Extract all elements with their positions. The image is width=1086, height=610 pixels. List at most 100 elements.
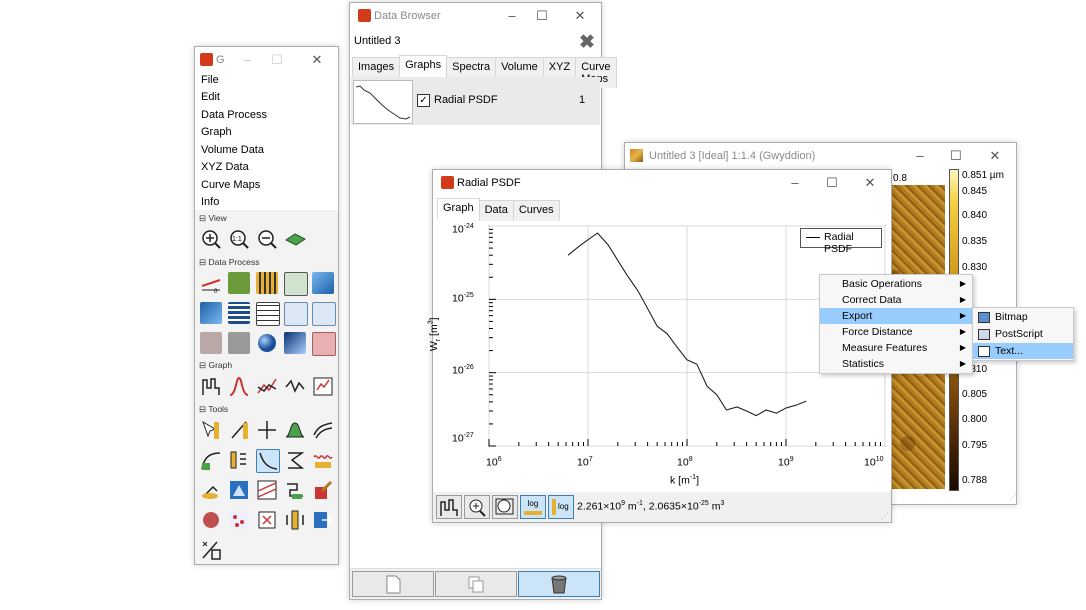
menu-volume-data[interactable]: Volume Data xyxy=(201,144,264,156)
watershed-icon[interactable] xyxy=(312,302,336,326)
zoom-1-1-icon[interactable]: 1:1 xyxy=(228,228,250,250)
section-view[interactable]: ⊟ View xyxy=(199,213,227,224)
grain-mark-icon[interactable] xyxy=(228,509,250,531)
flatten-base-icon[interactable] xyxy=(228,272,250,294)
profile-tool-icon[interactable] xyxy=(284,419,306,441)
menu-item-force-distance[interactable]: Force Distance ▶ xyxy=(820,324,972,340)
close-icon[interactable]: ✕ xyxy=(858,174,882,192)
pointer-tool-icon[interactable] xyxy=(200,419,222,441)
chart-legend[interactable]: Radial PSDF xyxy=(800,228,882,255)
graph-name[interactable]: Radial PSDF xyxy=(434,94,498,106)
histogram-icon[interactable] xyxy=(228,332,250,354)
minimize-icon[interactable]: – xyxy=(500,7,524,25)
sfunctions-tool-icon[interactable] xyxy=(284,449,306,471)
close-icon[interactable]: ✕ xyxy=(305,51,329,69)
new-button[interactable] xyxy=(352,571,434,597)
scale-icon[interactable] xyxy=(312,272,334,294)
resize-grip-icon[interactable]: ⋰ xyxy=(881,512,889,521)
level-plane-icon[interactable]: 0 xyxy=(200,272,222,295)
close-icon[interactable]: ✕ xyxy=(568,7,592,25)
toolbox-titlebar[interactable]: G – ☐ ✕ xyxy=(195,47,338,73)
sphere-icon[interactable] xyxy=(256,332,278,354)
menu-item-bitmap[interactable]: Bitmap xyxy=(973,309,1073,325)
maximize-icon[interactable]: ☐ xyxy=(820,174,844,192)
line-correct-icon[interactable] xyxy=(256,479,278,501)
mask-editor-icon[interactable] xyxy=(312,479,334,501)
3d-view-icon[interactable] xyxy=(284,228,306,250)
crosshair-tool-icon[interactable] xyxy=(256,419,278,441)
level-tool-icon[interactable] xyxy=(200,449,222,471)
graph-titlebar[interactable]: Radial PSDF – ☐ ✕ xyxy=(433,170,891,196)
graph-level-icon[interactable] xyxy=(284,375,306,397)
graph-compare-icon[interactable] xyxy=(256,375,278,397)
reset-tool-icon[interactable] xyxy=(200,539,222,561)
menu-item-measure-features[interactable]: Measure Features ▶ xyxy=(820,340,972,356)
path-level-icon[interactable] xyxy=(284,479,306,501)
menu-graph[interactable]: Graph xyxy=(201,126,232,138)
menu-item-correct-data[interactable]: Correct Data ▶ xyxy=(820,292,972,308)
filter-icon[interactable] xyxy=(228,302,250,324)
menu-item-text[interactable]: Text... xyxy=(973,343,1073,359)
grains-icon[interactable] xyxy=(284,302,308,326)
minimize-icon[interactable]: – xyxy=(908,147,932,165)
duplicate-button[interactable] xyxy=(435,571,517,597)
log-y-button[interactable]: log xyxy=(548,495,574,519)
zoom-out-icon[interactable] xyxy=(256,228,278,250)
roughness-tool-icon[interactable] xyxy=(312,419,334,441)
graph-stats-icon[interactable] xyxy=(312,375,334,397)
visibility-checkbox[interactable]: ✓ xyxy=(417,94,430,107)
menu-xyz-data[interactable]: XYZ Data xyxy=(201,161,249,173)
remove-spots-icon[interactable] xyxy=(200,479,222,501)
mask-icon[interactable] xyxy=(200,332,222,354)
menu-data-process[interactable]: Data Process xyxy=(201,109,267,121)
spectro-tool-icon[interactable] xyxy=(312,449,334,471)
section-data-process[interactable]: ⊟ Data Process xyxy=(199,257,260,268)
zoom-fit-button[interactable] xyxy=(492,495,518,519)
maximize-icon[interactable]: ☐ xyxy=(265,51,289,69)
zoom-in-icon[interactable] xyxy=(200,228,222,250)
image-title: Untitled 3 [Ideal] 1:1.4 (Gwyddion) xyxy=(649,150,816,162)
fft-icon[interactable] xyxy=(256,302,280,326)
table-row[interactable]: ✓ Radial PSDF 1 xyxy=(351,77,600,125)
section-graph[interactable]: ⊟ Graph xyxy=(199,360,232,371)
graph-peak-icon[interactable] xyxy=(228,375,250,397)
menu-curve-maps[interactable]: Curve Maps xyxy=(201,179,260,191)
resize-grip-icon[interactable]: ⋰ xyxy=(1009,493,1017,502)
psdf-tool-icon[interactable] xyxy=(256,449,280,473)
graph-fit-button[interactable] xyxy=(436,495,462,519)
distance-tool-icon[interactable] xyxy=(228,419,250,441)
menu-edit[interactable]: Edit xyxy=(201,91,220,103)
close-file-icon[interactable]: ✖ xyxy=(579,31,595,54)
y-tick-label: 10-27 xyxy=(452,432,474,445)
maximize-icon[interactable]: ☐ xyxy=(944,147,968,165)
menu-item-postscript[interactable]: PostScript xyxy=(973,326,1073,342)
grain-remove-icon[interactable] xyxy=(200,509,222,531)
image-titlebar[interactable]: Untitled 3 [Ideal] 1:1.4 (Gwyddion) – ☐ … xyxy=(625,143,1016,169)
tip-icon[interactable] xyxy=(312,332,336,356)
maximize-icon[interactable]: ☐ xyxy=(530,7,554,25)
export-tool-icon[interactable] xyxy=(312,509,334,531)
menu-item-basic-operations[interactable]: Basic Operations ▶ xyxy=(820,276,972,292)
minimize-icon[interactable]: – xyxy=(783,174,807,192)
align-rows-icon[interactable] xyxy=(256,272,278,294)
gradient-icon[interactable] xyxy=(284,332,306,354)
menu-item-statistics[interactable]: Statistics ▶ xyxy=(820,356,972,372)
tab-graph[interactable]: Graph xyxy=(437,198,480,219)
triangle-tool-icon[interactable] xyxy=(228,479,250,501)
minimize-icon[interactable]: – xyxy=(235,51,259,69)
crop-icon[interactable] xyxy=(284,272,308,296)
selection-manager-icon[interactable] xyxy=(256,509,278,531)
rotate-icon[interactable] xyxy=(200,302,222,324)
menu-item-export[interactable]: Export ▶ xyxy=(820,308,972,324)
menu-file[interactable]: File xyxy=(201,74,219,86)
menu-info[interactable]: Info xyxy=(201,196,219,208)
delete-button[interactable] xyxy=(518,571,600,597)
graph-fit-icon[interactable] xyxy=(200,375,222,397)
stats-tool-icon[interactable] xyxy=(228,449,250,471)
data-browser-titlebar[interactable]: Data Browser – ☐ ✕ xyxy=(350,3,601,29)
zoom-in-button[interactable] xyxy=(464,495,490,519)
color-range-icon[interactable] xyxy=(284,509,306,531)
log-x-button[interactable]: log xyxy=(520,495,546,519)
section-tools[interactable]: ⊟ Tools xyxy=(199,404,228,415)
close-icon[interactable]: ✕ xyxy=(983,147,1007,165)
